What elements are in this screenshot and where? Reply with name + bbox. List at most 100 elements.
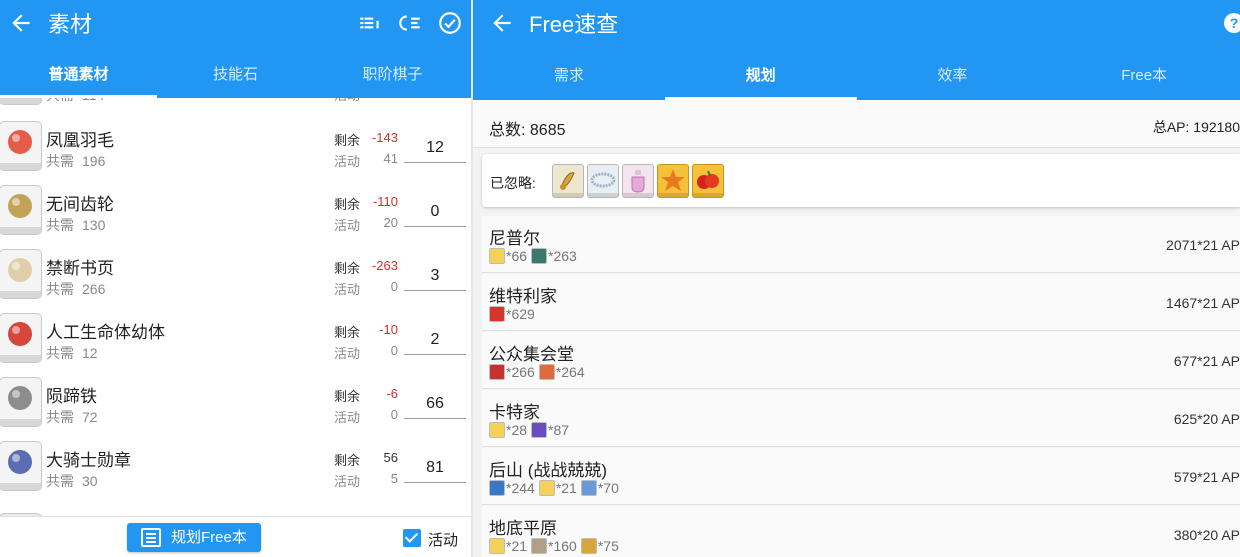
- tab-common-materials[interactable]: 普通素材: [0, 52, 157, 98]
- material-need: 共需 12: [46, 345, 98, 361]
- bell-icon[interactable]: [552, 164, 584, 198]
- material-name: 凤凰羽毛: [46, 131, 114, 150]
- drop-item: *160: [531, 538, 577, 554]
- material-count-input[interactable]: 2: [404, 325, 466, 355]
- material-name: 无间齿轮: [46, 195, 114, 214]
- material-icon: [0, 313, 42, 363]
- filter-list-icon[interactable]: [397, 10, 423, 36]
- app-root: 素材 普通素材 技能石 职阶棋子 共需: [0, 0, 1240, 557]
- material-activity-label: 活动: [334, 474, 361, 489]
- quest-drops: *28 *87: [489, 422, 569, 438]
- quest-drops: *66 *263: [489, 248, 577, 264]
- material-count-input[interactable]: 12: [404, 133, 466, 163]
- materials-bottom-bar: 规划Free本 活动: [0, 516, 471, 557]
- quest-name: 尼普尔: [489, 229, 540, 248]
- material-remain-value: 56: [383, 450, 398, 465]
- tab-free-quests[interactable]: Free本: [1048, 52, 1240, 100]
- help-icon[interactable]: ?: [1222, 11, 1240, 35]
- material-icon: [0, 185, 42, 235]
- back-arrow-icon[interactable]: [489, 10, 515, 36]
- drop-count: *266: [506, 364, 535, 380]
- quest-row[interactable]: 公众集会堂 *266 *264 677*21 AP: [482, 332, 1240, 389]
- quest-row[interactable]: 维特利家 *629 1467*21 AP: [482, 274, 1240, 331]
- activity-checkbox-label[interactable]: 活动: [428, 529, 458, 550]
- list-item[interactable]: 共需114 活动 21: [0, 98, 471, 116]
- activity-checkbox[interactable]: [403, 529, 421, 547]
- list-item[interactable]: 大骑士勋章 共需 30 剩余 56 活动 5 81: [0, 438, 471, 502]
- free-tabs: 需求 规划 效率 Free本: [473, 52, 1240, 100]
- quest-name: 维特利家: [489, 287, 557, 306]
- material-remain-value: -6: [386, 386, 398, 401]
- list-item[interactable]: 陨蹄铁 共需 72 剩余 -6 活动 0 66: [0, 374, 471, 438]
- material-activity-value: 20: [383, 215, 398, 230]
- material-need: 共需 30: [46, 473, 98, 489]
- material-count-input[interactable]: 81: [404, 453, 466, 483]
- drop-count: *70: [597, 480, 619, 496]
- quest-name: 卡特家: [489, 403, 540, 422]
- material-count-input[interactable]: 0: [404, 197, 466, 227]
- quest-row[interactable]: 卡特家 *28 *87 625*20 AP: [482, 390, 1240, 447]
- gold-scroll-icon: [489, 538, 505, 554]
- tab-plan[interactable]: 规划: [664, 52, 857, 100]
- plan-free-button[interactable]: 规划Free本: [127, 523, 261, 552]
- chain-ring-icon[interactable]: [587, 164, 619, 198]
- quest-row[interactable]: 地底平原 *21 *160 *75 380*20 AP: [482, 506, 1240, 557]
- material-icon: [0, 98, 42, 105]
- material-remain-value: -263: [371, 258, 398, 273]
- quest-drops: *21 *160 *75: [489, 538, 619, 554]
- material-activity-value: 0: [390, 343, 398, 358]
- back-arrow-icon[interactable]: [8, 10, 34, 36]
- quest-row[interactable]: 尼普尔 *66 *263 2071*21 AP: [482, 216, 1240, 273]
- gold-scroll-icon: [489, 422, 505, 438]
- material-remain-label: 剩余: [334, 197, 361, 212]
- material-remain-label: 剩余: [334, 389, 361, 404]
- drop-item: *21: [489, 538, 527, 554]
- tab-demand[interactable]: 需求: [473, 52, 665, 100]
- drop-item: *263: [531, 248, 577, 264]
- quest-ap: 677*21 AP: [1173, 353, 1240, 369]
- quest-ap: 579*21 AP: [1173, 469, 1240, 485]
- drop-count: *21: [506, 538, 528, 554]
- material-activity-value: 5: [390, 471, 398, 486]
- materials-tabs: 普通素材 技能石 职阶棋子: [0, 52, 471, 98]
- material-activity-label: 活动: [334, 98, 360, 104]
- material-need: 共需 196: [46, 153, 106, 169]
- material-name: 禁断书页: [46, 259, 114, 278]
- red-gem-icon: [489, 364, 505, 380]
- material-activity-label: 活动: [334, 410, 361, 425]
- tab-class-pieces[interactable]: 职阶棋子: [314, 52, 471, 98]
- free-title: Free速查: [529, 12, 619, 37]
- drop-item: *66: [489, 248, 527, 264]
- materials-app-bar: 素材 普通素材 技能石 职阶棋子: [0, 0, 471, 98]
- material-need: 共需 72: [46, 409, 98, 425]
- tab-efficiency[interactable]: 效率: [857, 52, 1049, 100]
- material-remain-label: 剩余: [334, 325, 361, 340]
- material-activity-value: 0: [390, 407, 398, 422]
- sort-list-icon[interactable]: [357, 10, 383, 36]
- material-activity-value: 0: [390, 279, 398, 294]
- blue-eye-icon: [489, 480, 505, 496]
- list-item[interactable]: 凤凰羽毛 共需 196 剩余 -143 活动 41 12: [0, 118, 471, 182]
- material-remain-value: -143: [371, 130, 398, 145]
- drop-count: *28: [506, 422, 528, 438]
- list-item[interactable]: 无间齿轮 共需 130 剩余 -110 活动 20 0: [0, 182, 471, 246]
- material-count-input[interactable]: 66: [404, 389, 466, 419]
- potion-icon[interactable]: [622, 164, 654, 198]
- quest-row[interactable]: 后山 (战战兢兢) *244 *21 *70 579*21 AP: [482, 448, 1240, 505]
- gold-star-icon[interactable]: [657, 164, 689, 198]
- drop-count: *21: [555, 480, 577, 496]
- quest-drops: *244 *21 *70: [489, 480, 619, 496]
- material-count-input[interactable]: 3: [404, 261, 466, 291]
- plan-summary: 总数: 8685 总AP: 192180: [473, 100, 1240, 148]
- materials-list[interactable]: 共需114 活动 21 凤凰羽毛共需196剩余-143活动4112无间齿轮共需1…: [0, 98, 471, 516]
- material-remain-value: -10: [379, 322, 398, 337]
- list-item[interactable]: 人工生命体幼体 共需 12 剩余 -10 活动 0 2: [0, 310, 471, 374]
- drop-item: *244: [489, 480, 535, 496]
- check-circle-icon[interactable]: [437, 10, 463, 36]
- list-item[interactable]: 禁断书页 共需 266 剩余 -263 活动 0 3: [0, 246, 471, 310]
- quest-ap: 2071*21 AP: [1166, 237, 1240, 253]
- apple-icon[interactable]: [692, 164, 724, 198]
- gold-scroll-icon: [538, 480, 555, 496]
- blue-quill-icon: [580, 480, 597, 496]
- tab-skill-gems[interactable]: 技能石: [157, 52, 314, 98]
